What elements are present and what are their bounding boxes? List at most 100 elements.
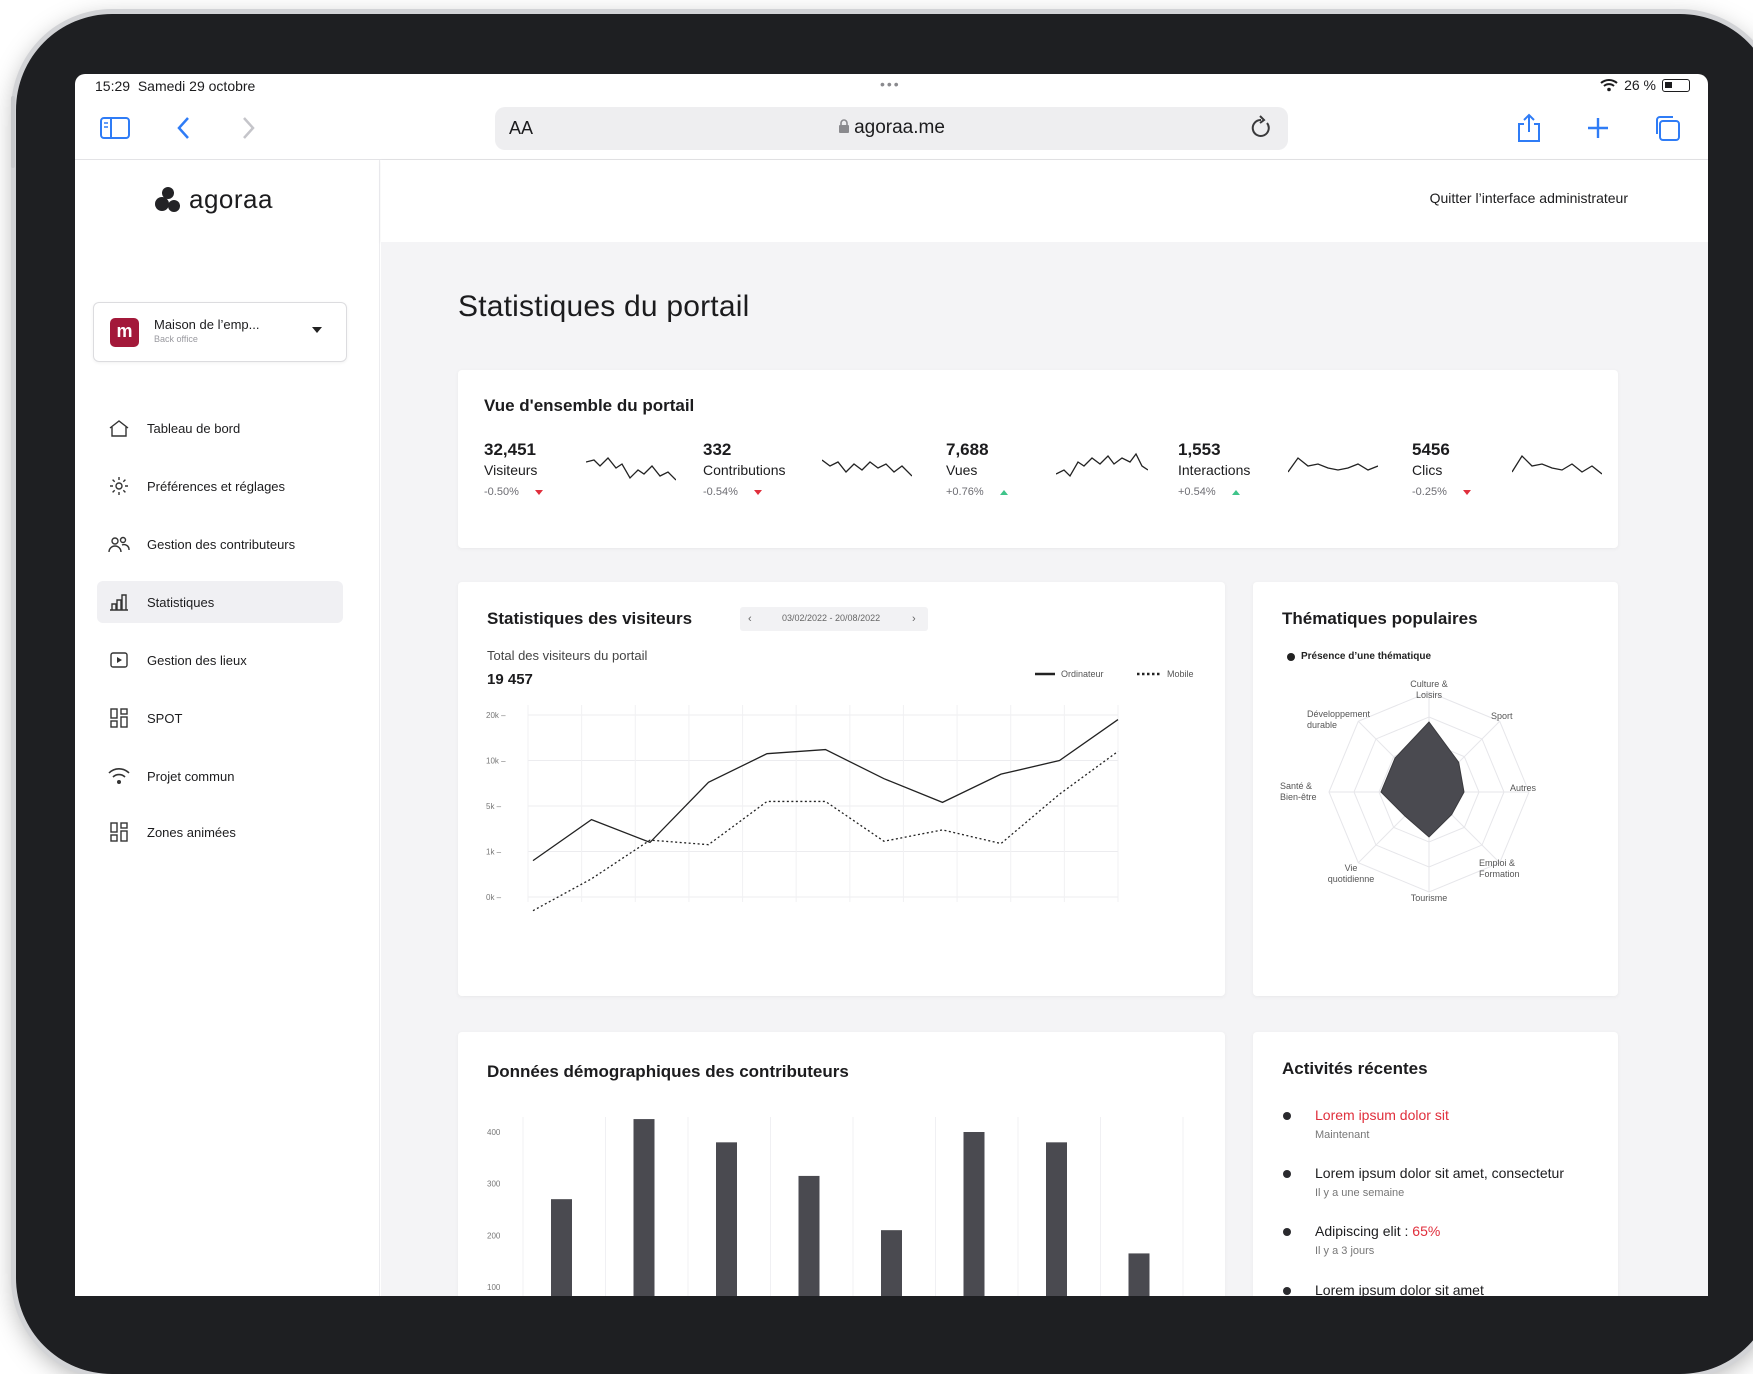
reload-icon[interactable]: [1250, 115, 1272, 139]
wifi-icon: [107, 764, 131, 788]
share-icon[interactable]: [1511, 110, 1547, 146]
users-icon: [107, 532, 131, 556]
demographics-card: Données démographiques des contributeurs…: [458, 1032, 1225, 1296]
bar: [1129, 1253, 1150, 1296]
activity-text: Lorem ipsum dolor sit amet: [1315, 1282, 1484, 1296]
quit-admin-link[interactable]: Quitter l’interface administrateur: [1430, 190, 1628, 206]
org-name: Maison de l’emp...: [154, 317, 260, 332]
radar-axis-label: Sport: [1491, 711, 1513, 721]
wifi-status-icon: [1600, 78, 1618, 92]
sidebar: agoraa m Maison de l’emp... Back office …: [75, 160, 380, 1296]
bar: [551, 1199, 572, 1296]
nav-item-common-project[interactable]: Projet commun: [97, 755, 343, 797]
battery-icon: [1662, 79, 1690, 92]
sparkline-clicks: [1512, 452, 1602, 488]
agoraa-logo[interactable]: agoraa: [153, 184, 273, 215]
y-tick-label: 400: [487, 1128, 501, 1137]
organization-selector[interactable]: m Maison de l’emp... Back office: [93, 302, 347, 362]
home-icon: [107, 416, 131, 440]
bar: [1046, 1142, 1067, 1296]
radar-axis-label: Tourisme: [1411, 893, 1448, 903]
nav-item-dashboard[interactable]: Tableau de bord: [97, 407, 343, 449]
new-tab-icon[interactable]: [1580, 110, 1616, 146]
radar-axis-label: Développement: [1307, 709, 1371, 719]
radar-area: [1381, 722, 1464, 837]
status-bar: 15:29 Samedi 29 octobre ••• 26 %: [75, 74, 1708, 100]
activity-text: Lorem ipsum dolor sit amet, consectetur: [1315, 1165, 1564, 1181]
series-line-ordinateur: [533, 720, 1118, 861]
radar-axis-label: Santé &: [1280, 781, 1312, 791]
nav-label: Gestion des lieux: [147, 653, 247, 668]
bar: [716, 1142, 737, 1296]
themes-card: Thématiques populaires Présence d’une th…: [1253, 582, 1618, 996]
trend-up-icon: [1000, 490, 1008, 495]
gear-icon: [107, 474, 131, 498]
y-tick-label: 200: [487, 1231, 501, 1240]
y-tick-label: 100: [487, 1283, 501, 1292]
grid-icon: [107, 820, 131, 844]
sparkline-visitors: [586, 452, 676, 488]
nav-label: Statistiques: [147, 595, 214, 610]
tablet-screen: 15:29 Samedi 29 octobre ••• 26 % AA agor…: [75, 74, 1708, 1296]
caret-down-icon: [312, 327, 322, 333]
bullet-icon: [1283, 1287, 1291, 1295]
bar-chart-icon: [107, 590, 131, 614]
metric-change: +0.76%: [946, 486, 984, 498]
multitask-dots[interactable]: •••: [880, 76, 901, 92]
nav-item-contributors[interactable]: Gestion des contributeurs: [97, 523, 343, 565]
radar-axis-label: Culture &: [1410, 679, 1448, 689]
activity-text: Adipiscing elit :: [1315, 1223, 1412, 1239]
nav-item-preferences[interactable]: Préférences et réglages: [97, 465, 343, 507]
nav-label: Zones animées: [147, 825, 236, 840]
y-tick-label: 300: [487, 1180, 501, 1189]
bar: [634, 1119, 655, 1296]
activity-time: Il y a 3 jours: [1315, 1245, 1374, 1257]
place-icon: [107, 648, 131, 672]
nav-item-statistics[interactable]: Statistiques: [97, 581, 343, 623]
nav-item-animated-zones[interactable]: Zones animées: [97, 811, 343, 853]
nav-label: Préférences et réglages: [147, 479, 285, 494]
sparkline-views: [1056, 452, 1148, 488]
radar-axis-label: quotidienne: [1328, 874, 1375, 884]
bar: [799, 1176, 820, 1296]
themes-radar-chart: Culture &LoisirsSportAutresEmploi &Forma…: [1253, 582, 1618, 996]
radar-axis-label: durable: [1307, 720, 1337, 730]
activity-text: Lorem ipsum dolor sit: [1315, 1107, 1449, 1123]
y-tick-label: 20k –: [486, 711, 506, 720]
y-tick-label: 0k –: [486, 893, 502, 902]
bullet-icon: [1283, 1112, 1291, 1120]
y-tick-label: 5k –: [486, 802, 502, 811]
activity-time: Maintenant: [1315, 1129, 1369, 1141]
nav-label: Gestion des contributeurs: [147, 537, 295, 552]
page-title: Statistiques du portail: [458, 290, 749, 324]
lock-icon: [838, 119, 850, 133]
activity-time: Il y a une semaine: [1315, 1187, 1404, 1199]
battery-percent: 26 %: [1624, 77, 1656, 93]
metric-change: +0.54%: [1178, 486, 1216, 498]
nav-item-spot[interactable]: SPOT: [97, 697, 343, 739]
org-subtitle: Back office: [154, 334, 198, 344]
trend-down-icon: [535, 490, 543, 495]
sparkline-contributions: [822, 452, 912, 488]
main-content: Statistiques du portail Vue d'ensemble d…: [381, 242, 1708, 1296]
sidebar-toggle-icon[interactable]: [97, 110, 133, 146]
radar-axis-label: Vie: [1345, 863, 1358, 873]
activity-highlight: 65%: [1412, 1223, 1440, 1239]
org-avatar: m: [110, 318, 139, 347]
metric-change: -0.54%: [703, 486, 738, 498]
address-bar[interactable]: AA agoraa.me: [495, 107, 1288, 150]
radar-axis-label: Formation: [1479, 869, 1520, 879]
bar: [964, 1132, 985, 1296]
back-icon[interactable]: [166, 110, 202, 146]
radar-axis-label: Loisirs: [1416, 690, 1443, 700]
radar-axis-label: Emploi &: [1479, 858, 1515, 868]
top-bar: Quitter l’interface administrateur: [381, 160, 1708, 242]
nav-label: Projet commun: [147, 769, 234, 784]
url-text: agoraa.me: [854, 117, 945, 138]
logo-mark-icon: [153, 185, 183, 215]
grid-icon: [107, 706, 131, 730]
nav-item-places[interactable]: Gestion des lieux: [97, 639, 343, 681]
forward-icon[interactable]: [230, 110, 266, 146]
tablet-volume-button: [11, 96, 15, 168]
tabs-overview-icon[interactable]: [1649, 110, 1685, 146]
